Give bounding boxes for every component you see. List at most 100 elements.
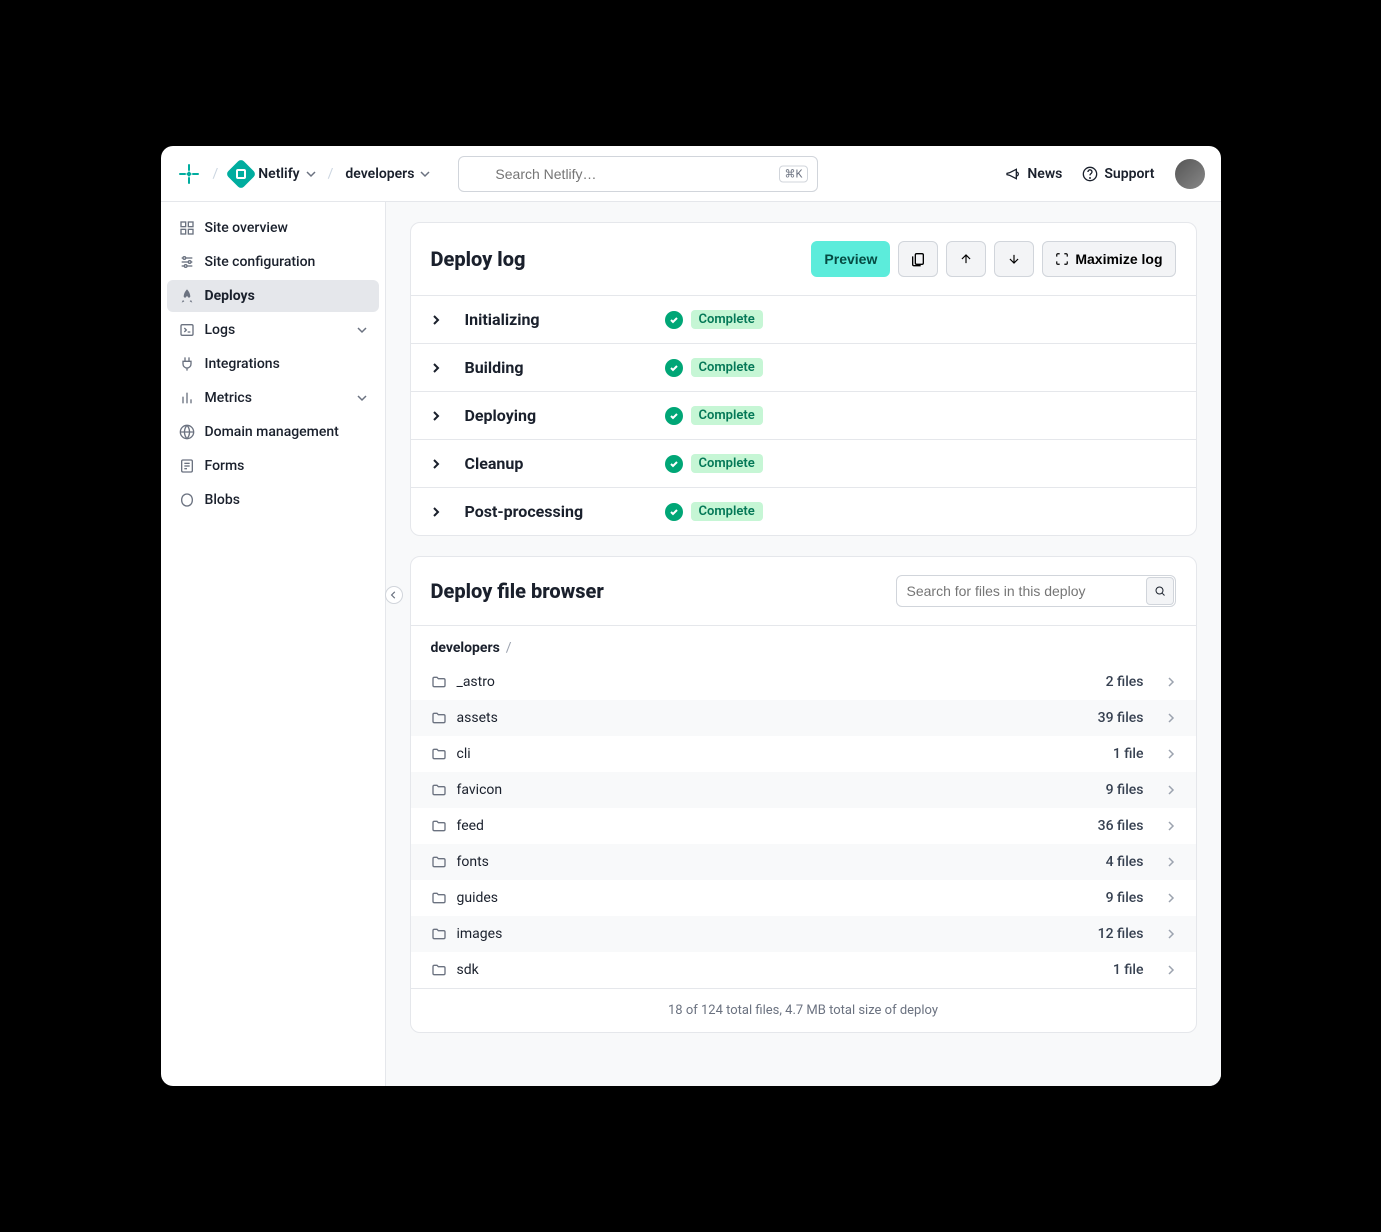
chevron-right-icon[interactable] <box>431 363 445 373</box>
file-row[interactable]: assets39 files <box>411 700 1196 736</box>
folder-icon <box>431 854 447 870</box>
project-name: developers <box>345 166 414 182</box>
chevron-right-icon[interactable] <box>431 459 445 469</box>
support-link[interactable]: Support <box>1082 166 1154 182</box>
file-search-button[interactable] <box>1146 577 1174 605</box>
file-row[interactable]: favicon9 files <box>411 772 1196 808</box>
log-phase-row[interactable]: Initializing Complete <box>411 296 1196 344</box>
phase-name: Building <box>465 358 645 377</box>
file-name: fonts <box>457 854 1096 870</box>
chevron-down-icon <box>306 169 316 179</box>
sidebar-item-label: Blobs <box>205 492 240 508</box>
sidebar-item-site-configuration[interactable]: Site configuration <box>167 246 379 278</box>
search-input[interactable] <box>458 156 818 192</box>
sidebar-item-label: Site overview <box>205 220 288 236</box>
team-name: Netlify <box>258 166 299 182</box>
phase-status: Complete <box>665 502 763 521</box>
sidebar-item-deploys[interactable]: Deploys <box>167 280 379 312</box>
status-badge: Complete <box>691 502 763 521</box>
sidebar-item-integrations[interactable]: Integrations <box>167 348 379 380</box>
scroll-bottom-button[interactable] <box>994 241 1034 277</box>
file-name: _astro <box>457 674 1096 690</box>
file-meta: 2 files <box>1106 674 1144 690</box>
status-badge: Complete <box>691 358 763 377</box>
file-name: guides <box>457 890 1096 906</box>
netlify-logo-icon[interactable] <box>177 162 201 186</box>
deploy-log-card: Deploy log Preview <box>410 222 1197 536</box>
file-meta: 36 files <box>1098 818 1144 834</box>
search-shortcut: ⌘K <box>779 165 809 182</box>
project-dropdown[interactable]: developers <box>345 166 430 182</box>
file-meta: 1 file <box>1113 746 1144 762</box>
file-row[interactable]: _astro 2 files <box>411 664 1196 700</box>
sidebar-item-label: Integrations <box>205 356 280 372</box>
log-phase-row[interactable]: CleanupComplete <box>411 440 1196 488</box>
folder-icon <box>431 962 447 978</box>
phase-name: Initializing <box>465 310 645 329</box>
arrow-down-icon <box>1007 252 1021 266</box>
folder-icon <box>431 890 447 906</box>
maximize-log-button[interactable]: Maximize log <box>1042 241 1175 277</box>
support-label: Support <box>1104 166 1154 182</box>
check-icon <box>665 311 683 329</box>
check-icon <box>665 503 683 521</box>
breadcrumb-sep: / <box>213 166 219 182</box>
file-row[interactable]: cli1 file <box>411 736 1196 772</box>
sidebar-item-blobs[interactable]: Blobs <box>167 484 379 516</box>
phase-status: Complete <box>665 310 763 329</box>
chevron-right-icon[interactable] <box>431 507 445 517</box>
file-search-input[interactable] <box>896 575 1176 607</box>
status-badge: Complete <box>691 406 763 425</box>
sidebar-item-site-overview[interactable]: Site overview <box>167 212 379 244</box>
sidebar-item-forms[interactable]: Forms <box>167 450 379 482</box>
news-link[interactable]: News <box>1005 166 1062 182</box>
folder-icon <box>431 818 447 834</box>
rocket-icon <box>179 288 195 304</box>
file-row[interactable]: feed36 files <box>411 808 1196 844</box>
folder-icon <box>431 746 447 762</box>
sidebar-item-label: Site configuration <box>205 254 316 270</box>
sidebar-collapse-button[interactable] <box>385 586 403 604</box>
file-meta: 9 files <box>1106 890 1144 906</box>
file-row[interactable]: guides 9 files <box>411 880 1196 916</box>
folder-icon <box>431 674 447 690</box>
log-phase-row[interactable]: Building Complete <box>411 344 1196 392</box>
sidebar-item-metrics[interactable]: Metrics <box>167 382 379 414</box>
breadcrumb: developers/ <box>411 626 1196 656</box>
blob-icon <box>179 492 195 508</box>
preview-button[interactable]: Preview <box>811 241 890 277</box>
avatar[interactable] <box>1175 159 1205 189</box>
chevron-right-icon <box>1166 713 1176 723</box>
log-phase-row[interactable]: Post-processingComplete <box>411 488 1196 535</box>
form-icon <box>179 458 195 474</box>
file-row[interactable]: sdk1 file <box>411 952 1196 988</box>
path-root[interactable]: developers <box>431 640 500 656</box>
file-meta: 12 files <box>1098 926 1144 942</box>
chevron-right-icon[interactable] <box>431 411 445 421</box>
copy-log-button[interactable] <box>898 241 938 277</box>
scroll-top-button[interactable] <box>946 241 986 277</box>
sidebar-item-domain-management[interactable]: Domain management <box>167 416 379 448</box>
main-content: Deploy log Preview <box>386 202 1221 1086</box>
help-icon <box>1082 166 1098 182</box>
maximize-icon <box>1055 252 1069 266</box>
file-browser-card: Deploy file browser developers/ _astro2 … <box>410 556 1197 1033</box>
global-search[interactable]: ⌘K <box>458 156 818 192</box>
chevron-right-icon <box>1166 857 1176 867</box>
file-browser-footer: 18 of 124 total files, 4.7 MB total size… <box>411 988 1196 1032</box>
file-name: sdk <box>457 962 1103 978</box>
team-dropdown[interactable]: Netlify <box>230 163 315 185</box>
chevron-down-icon <box>420 169 430 179</box>
log-phase-row[interactable]: DeployingComplete <box>411 392 1196 440</box>
arrow-up-icon <box>959 252 973 266</box>
file-row[interactable]: fonts4 files <box>411 844 1196 880</box>
check-icon <box>665 455 683 473</box>
sidebar-item-logs[interactable]: Logs <box>167 314 379 346</box>
clipboard-icon <box>910 251 926 267</box>
status-badge: Complete <box>691 310 763 329</box>
chevron-right-icon <box>1166 929 1176 939</box>
chevron-right-icon[interactable] <box>431 315 445 325</box>
check-icon <box>665 407 683 425</box>
file-row[interactable]: images12 files <box>411 916 1196 952</box>
chevron-right-icon <box>1166 785 1176 795</box>
